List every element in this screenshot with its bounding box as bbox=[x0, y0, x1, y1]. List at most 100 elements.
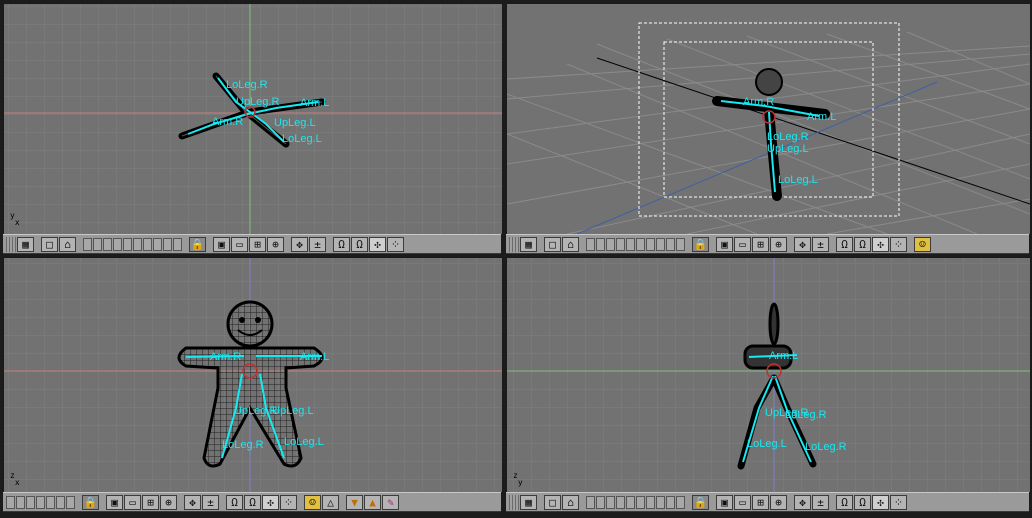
layer-button[interactable] bbox=[636, 495, 645, 509]
layer-button[interactable] bbox=[173, 237, 182, 251]
draw-type-button[interactable]: ▣ bbox=[716, 236, 733, 252]
rotate-icon[interactable]: Ω bbox=[836, 236, 853, 252]
layer-button[interactable] bbox=[636, 237, 645, 251]
layer-button[interactable] bbox=[656, 495, 665, 509]
layer-button[interactable] bbox=[596, 495, 605, 509]
pivot-icon[interactable]: ✣ bbox=[262, 494, 279, 510]
lock-icon[interactable]: 🔒 bbox=[692, 236, 709, 252]
header-grip[interactable] bbox=[6, 236, 16, 252]
home-icon[interactable]: ⌂ bbox=[562, 236, 579, 252]
layer-button[interactable] bbox=[616, 237, 625, 251]
cube-icon[interactable]: ▭ bbox=[124, 494, 141, 510]
move-icon[interactable]: ✥ bbox=[794, 494, 811, 510]
view-menu-button[interactable]: □ bbox=[544, 494, 561, 510]
layer-button[interactable] bbox=[143, 237, 152, 251]
layer-button[interactable] bbox=[83, 237, 92, 251]
layer-button[interactable] bbox=[586, 495, 595, 509]
layer-button[interactable] bbox=[46, 495, 55, 509]
header-grip[interactable] bbox=[509, 236, 519, 252]
layer-button[interactable] bbox=[646, 495, 655, 509]
triangle-icon[interactable]: △ bbox=[322, 494, 339, 510]
layer-button[interactable] bbox=[666, 237, 675, 251]
viewport-side[interactable]: Arm.L UpLeg.R LoLeg.R LoLeg.L LoLeg.R z … bbox=[506, 257, 1031, 493]
layer-button[interactable] bbox=[153, 237, 162, 251]
grid-icon[interactable]: ▦ bbox=[520, 236, 537, 252]
layer-button[interactable] bbox=[676, 495, 685, 509]
move-icon[interactable]: ✥ bbox=[184, 494, 201, 510]
layer-button[interactable] bbox=[103, 237, 112, 251]
globe-icon[interactable]: ⊕ bbox=[770, 236, 787, 252]
plus-minus-icon[interactable]: ± bbox=[309, 236, 326, 252]
rotate-icon[interactable]: Ω bbox=[854, 236, 871, 252]
layer-button[interactable] bbox=[6, 495, 15, 509]
view-menu-button[interactable]: □ bbox=[544, 236, 561, 252]
paint-icon[interactable]: ✎ bbox=[382, 494, 399, 510]
cube-icon[interactable]: ▭ bbox=[231, 236, 248, 252]
layer-button[interactable] bbox=[616, 495, 625, 509]
layer-button[interactable] bbox=[606, 495, 615, 509]
layer-button[interactable] bbox=[606, 237, 615, 251]
layer-button[interactable] bbox=[666, 495, 675, 509]
move-icon[interactable]: ✥ bbox=[291, 236, 308, 252]
snap-icon[interactable]: ⊞ bbox=[142, 494, 159, 510]
home-icon[interactable]: ⌂ bbox=[562, 494, 579, 510]
rotate-icon[interactable]: Ω bbox=[854, 494, 871, 510]
globe-icon[interactable]: ⊕ bbox=[267, 236, 284, 252]
layer-button[interactable] bbox=[36, 495, 45, 509]
dots-icon[interactable]: ⁘ bbox=[890, 494, 907, 510]
lock-icon[interactable]: 🔒 bbox=[692, 494, 709, 510]
layer-button[interactable] bbox=[656, 237, 665, 251]
rotate-icon[interactable]: Ω bbox=[333, 236, 350, 252]
snap-icon[interactable]: ⊞ bbox=[752, 494, 769, 510]
view-menu-button[interactable]: □ bbox=[41, 236, 58, 252]
dots-icon[interactable]: ⁘ bbox=[387, 236, 404, 252]
layer-button[interactable] bbox=[596, 237, 605, 251]
viewport-front[interactable]: Arm.R Arm.L UpLeg.R UpLeg.L LoLeg.R LoLe… bbox=[3, 257, 503, 493]
plus-minus-icon[interactable]: ± bbox=[812, 236, 829, 252]
layer-button[interactable] bbox=[113, 237, 122, 251]
pivot-icon[interactable]: ✣ bbox=[872, 494, 889, 510]
grid-icon[interactable]: ▦ bbox=[520, 494, 537, 510]
globe-icon[interactable]: ⊕ bbox=[770, 494, 787, 510]
rotate-icon[interactable]: Ω bbox=[226, 494, 243, 510]
smile-icon[interactable]: ☺ bbox=[304, 494, 321, 510]
viewport-top[interactable]: LoLeg.R UpLeg.R Arm.L Arm.R UpLeg.L LoLe… bbox=[3, 3, 503, 235]
snap-icon[interactable]: ⊞ bbox=[249, 236, 266, 252]
rotate-icon[interactable]: Ω bbox=[244, 494, 261, 510]
snap-icon[interactable]: ⊞ bbox=[752, 236, 769, 252]
home-icon[interactable]: ⌂ bbox=[59, 236, 76, 252]
layer-button[interactable] bbox=[676, 237, 685, 251]
pivot-icon[interactable]: ✣ bbox=[369, 236, 386, 252]
lock-icon[interactable]: 🔒 bbox=[189, 236, 206, 252]
layer-button[interactable] bbox=[66, 495, 75, 509]
layer-button[interactable] bbox=[93, 237, 102, 251]
viewport-camera[interactable]: Arm.R Arm.L LoLeg.R UpLeg.L LoLeg.L bbox=[506, 3, 1031, 235]
layer-button[interactable] bbox=[123, 237, 132, 251]
lock-icon[interactable]: 🔒 bbox=[82, 494, 99, 510]
dots-icon[interactable]: ⁘ bbox=[890, 236, 907, 252]
layer-button[interactable] bbox=[646, 237, 655, 251]
layer-button[interactable] bbox=[163, 237, 172, 251]
layer-button[interactable] bbox=[133, 237, 142, 251]
move-icon[interactable]: ✥ bbox=[794, 236, 811, 252]
rotate-icon[interactable]: Ω bbox=[836, 494, 853, 510]
dots-icon[interactable]: ⁘ bbox=[280, 494, 297, 510]
draw-type-button[interactable]: ▣ bbox=[716, 494, 733, 510]
layer-button[interactable] bbox=[586, 237, 595, 251]
smile-icon[interactable]: ☺ bbox=[914, 236, 931, 252]
layer-button[interactable] bbox=[626, 495, 635, 509]
plus-minus-icon[interactable]: ± bbox=[812, 494, 829, 510]
layer-button[interactable] bbox=[626, 237, 635, 251]
cube-icon[interactable]: ▭ bbox=[734, 494, 751, 510]
layer-button[interactable] bbox=[56, 495, 65, 509]
rotate-icon[interactable]: Ω bbox=[351, 236, 368, 252]
globe-icon[interactable]: ⊕ bbox=[160, 494, 177, 510]
pivot-icon[interactable]: ✣ bbox=[872, 236, 889, 252]
layer-button[interactable] bbox=[16, 495, 25, 509]
arrow-up-icon[interactable]: ▲ bbox=[364, 494, 381, 510]
cube-icon[interactable]: ▭ bbox=[734, 236, 751, 252]
header-grip[interactable] bbox=[509, 494, 519, 510]
plus-minus-icon[interactable]: ± bbox=[202, 494, 219, 510]
draw-type-button[interactable]: ▣ bbox=[213, 236, 230, 252]
layer-button[interactable] bbox=[26, 495, 35, 509]
